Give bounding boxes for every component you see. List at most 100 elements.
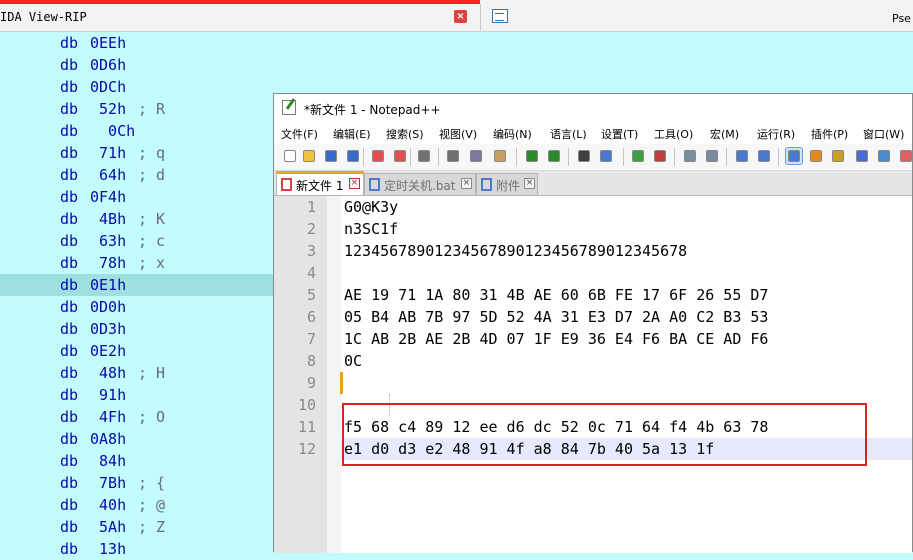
ida-listing-line[interactable]: db 48h ; H [0,362,273,384]
ida-listing-line[interactable]: db 0F4h [0,186,273,208]
tab-close-icon[interactable]: × [461,178,472,189]
menu-item-9[interactable]: 运行(R) [757,126,795,142]
menu-item-10[interactable]: 插件(P) [811,126,848,142]
pseudocode-view-icon[interactable] [492,9,508,23]
editor-area[interactable]: 1 G0@K3y 2 n3SC1f 3 1234567890123456789012345… [274,196,912,553]
code-line[interactable]: 12345678901234567890123456789012345678 [344,240,687,262]
indent-guide-button[interactable] [785,147,803,165]
toolbar-separator [568,148,569,166]
line-number: 2 [306,220,316,238]
doc-tab-2[interactable]: 附件 × [476,173,538,195]
line-number: 12 [297,440,316,458]
undo-button[interactable] [524,148,540,164]
doc-tab-0[interactable]: 新文件 1 × [276,171,364,195]
code-line[interactable]: f5 68 c4 89 12 ee d6 dc 52 0c 71 64 f4 4… [344,416,768,438]
ida-listing-line[interactable]: db 4Bh ; K [0,208,273,230]
menu-bar: 文件(F) 编辑(E) 搜索(S) 视图(V) 编码(N) 语言(L) 设置(T) 工具(O)… [274,122,912,144]
save-button[interactable] [323,148,339,164]
ida-comment: ; c [138,232,166,250]
fold-margin[interactable] [327,196,341,553]
ida-listing-line[interactable]: db 63h ; c [0,230,273,252]
ida-directive: db [60,188,79,206]
code-line[interactable]: e1 d0 d3 e2 48 91 4f a8 84 7b 40 5a 13 1… [344,438,714,460]
menu-item-1[interactable]: 编辑(E) [333,126,371,142]
ida-disassembly-listing[interactable]: db 0EEh db 0D6h db 0DCh db 52h; Rdb 0Ch db 71h;… [0,32,273,560]
ida-listing-line[interactable]: db 0D6h [0,54,273,76]
monitor-icon [900,150,912,162]
ida-listing-line[interactable]: db 4Fh ; O [0,406,273,428]
ida-listing-line[interactable]: db 0Ch [0,120,273,142]
ida-listing-line[interactable]: db 0D0h [0,296,273,318]
menu-item-8[interactable]: 宏(M) [710,126,739,142]
ida-listing-line[interactable]: db 7Bh ; { [0,472,273,494]
menu-item-4[interactable]: 编码(N) [493,126,532,142]
code-line[interactable]: G0@K3y [344,196,398,218]
print-button[interactable] [416,148,432,164]
notepadpp-titlebar[interactable]: *新文件 1 - Notepad++ [274,94,912,122]
folder-workspace-button[interactable] [876,148,892,164]
ida-tab-close-icon[interactable]: × [454,10,467,23]
function-list-button[interactable] [854,148,870,164]
menu-item-3[interactable]: 视图(V) [439,126,477,142]
ida-listing-line[interactable]: db 64h ; d [0,164,273,186]
ida-listing-line[interactable]: db 78h ; x [0,252,273,274]
menu-item-5[interactable]: 语言(L) [550,126,587,142]
ida-directive: db [60,56,79,74]
ida-listing-line[interactable]: db 84h [0,450,273,472]
replace-button[interactable] [598,148,614,164]
ida-listing-line[interactable]: db 0EEh [0,32,273,54]
menu-item-11[interactable]: 窗口(W) [863,126,904,142]
ida-listing-line[interactable]: db 91h [0,384,273,406]
tab-close-icon[interactable]: × [524,178,535,189]
zoom-out-button[interactable] [652,148,668,164]
indent-guide-icon [788,150,800,162]
find-icon [578,150,590,162]
code-line[interactable]: n3SC1f [344,218,398,240]
pseudocode-tab-title[interactable]: Pse [892,12,911,25]
doc-tab-1[interactable]: 定时关机.bat × [364,173,476,195]
ida-view-tab-title[interactable]: IDA View-RIP [0,10,87,24]
ida-listing-line[interactable]: db 0D3h [0,318,273,340]
save-all-button[interactable] [345,148,361,164]
tab-close-icon[interactable]: × [349,178,360,189]
doc-map-button[interactable] [830,148,846,164]
word-wrap-button[interactable] [734,148,750,164]
menu-item-7[interactable]: 工具(O) [654,126,693,142]
ida-directive: db [60,320,79,338]
zoom-in-button[interactable] [630,148,646,164]
udl-button[interactable] [808,148,824,164]
copy-button[interactable] [468,148,484,164]
menu-item-2[interactable]: 搜索(S) [386,126,424,142]
code-line[interactable]: AE 19 71 1A 80 31 4B AE 60 6B FE 17 6F 2… [344,284,768,306]
show-all-chars-button[interactable] [756,148,772,164]
ida-listing-line[interactable]: db 52h ; R [0,98,273,120]
code-line[interactable]: 0C [344,350,362,372]
code-line[interactable]: 05 B4 AB 7B 97 5D 52 4A 31 E3 D7 2A A0 C… [344,306,768,328]
monitor-button[interactable] [898,148,913,164]
ida-listing-line[interactable]: db 71h ; q [0,142,273,164]
redo-button[interactable] [546,148,562,164]
sync-v-button[interactable] [682,148,698,164]
cut-icon [447,150,459,162]
menu-item-0[interactable]: 文件(F) [281,126,318,142]
ida-listing-line[interactable]: db 0A8h [0,428,273,450]
code-line[interactable]: 1C AB 2B AE 2B 4D 07 1F E9 36 E4 F6 BA C… [344,328,768,350]
ida-listing-line[interactable]: db 0E1h [0,274,273,296]
ida-listing-line[interactable]: db 5Ah ; Z [0,516,273,538]
ida-listing-line[interactable]: db 0E2h [0,340,273,362]
open-file-button[interactable] [301,148,317,164]
sync-h-button[interactable] [704,148,720,164]
new-file-button[interactable] [282,148,298,164]
ida-listing-line[interactable]: db 0DCh [0,76,273,98]
line-number: 10 [297,396,316,414]
ida-byte-value: 52h [90,100,127,118]
menu-item-6[interactable]: 设置(T) [601,126,638,142]
ida-listing-line[interactable]: db 13h [0,538,273,560]
cut-button[interactable] [445,148,461,164]
ida-listing-line[interactable]: db 40h ; @ [0,494,273,516]
close-all-button[interactable] [392,148,408,164]
close-button[interactable] [370,148,386,164]
ida-byte-value: 64h [90,166,127,184]
paste-button[interactable] [492,148,508,164]
find-button[interactable] [576,148,592,164]
